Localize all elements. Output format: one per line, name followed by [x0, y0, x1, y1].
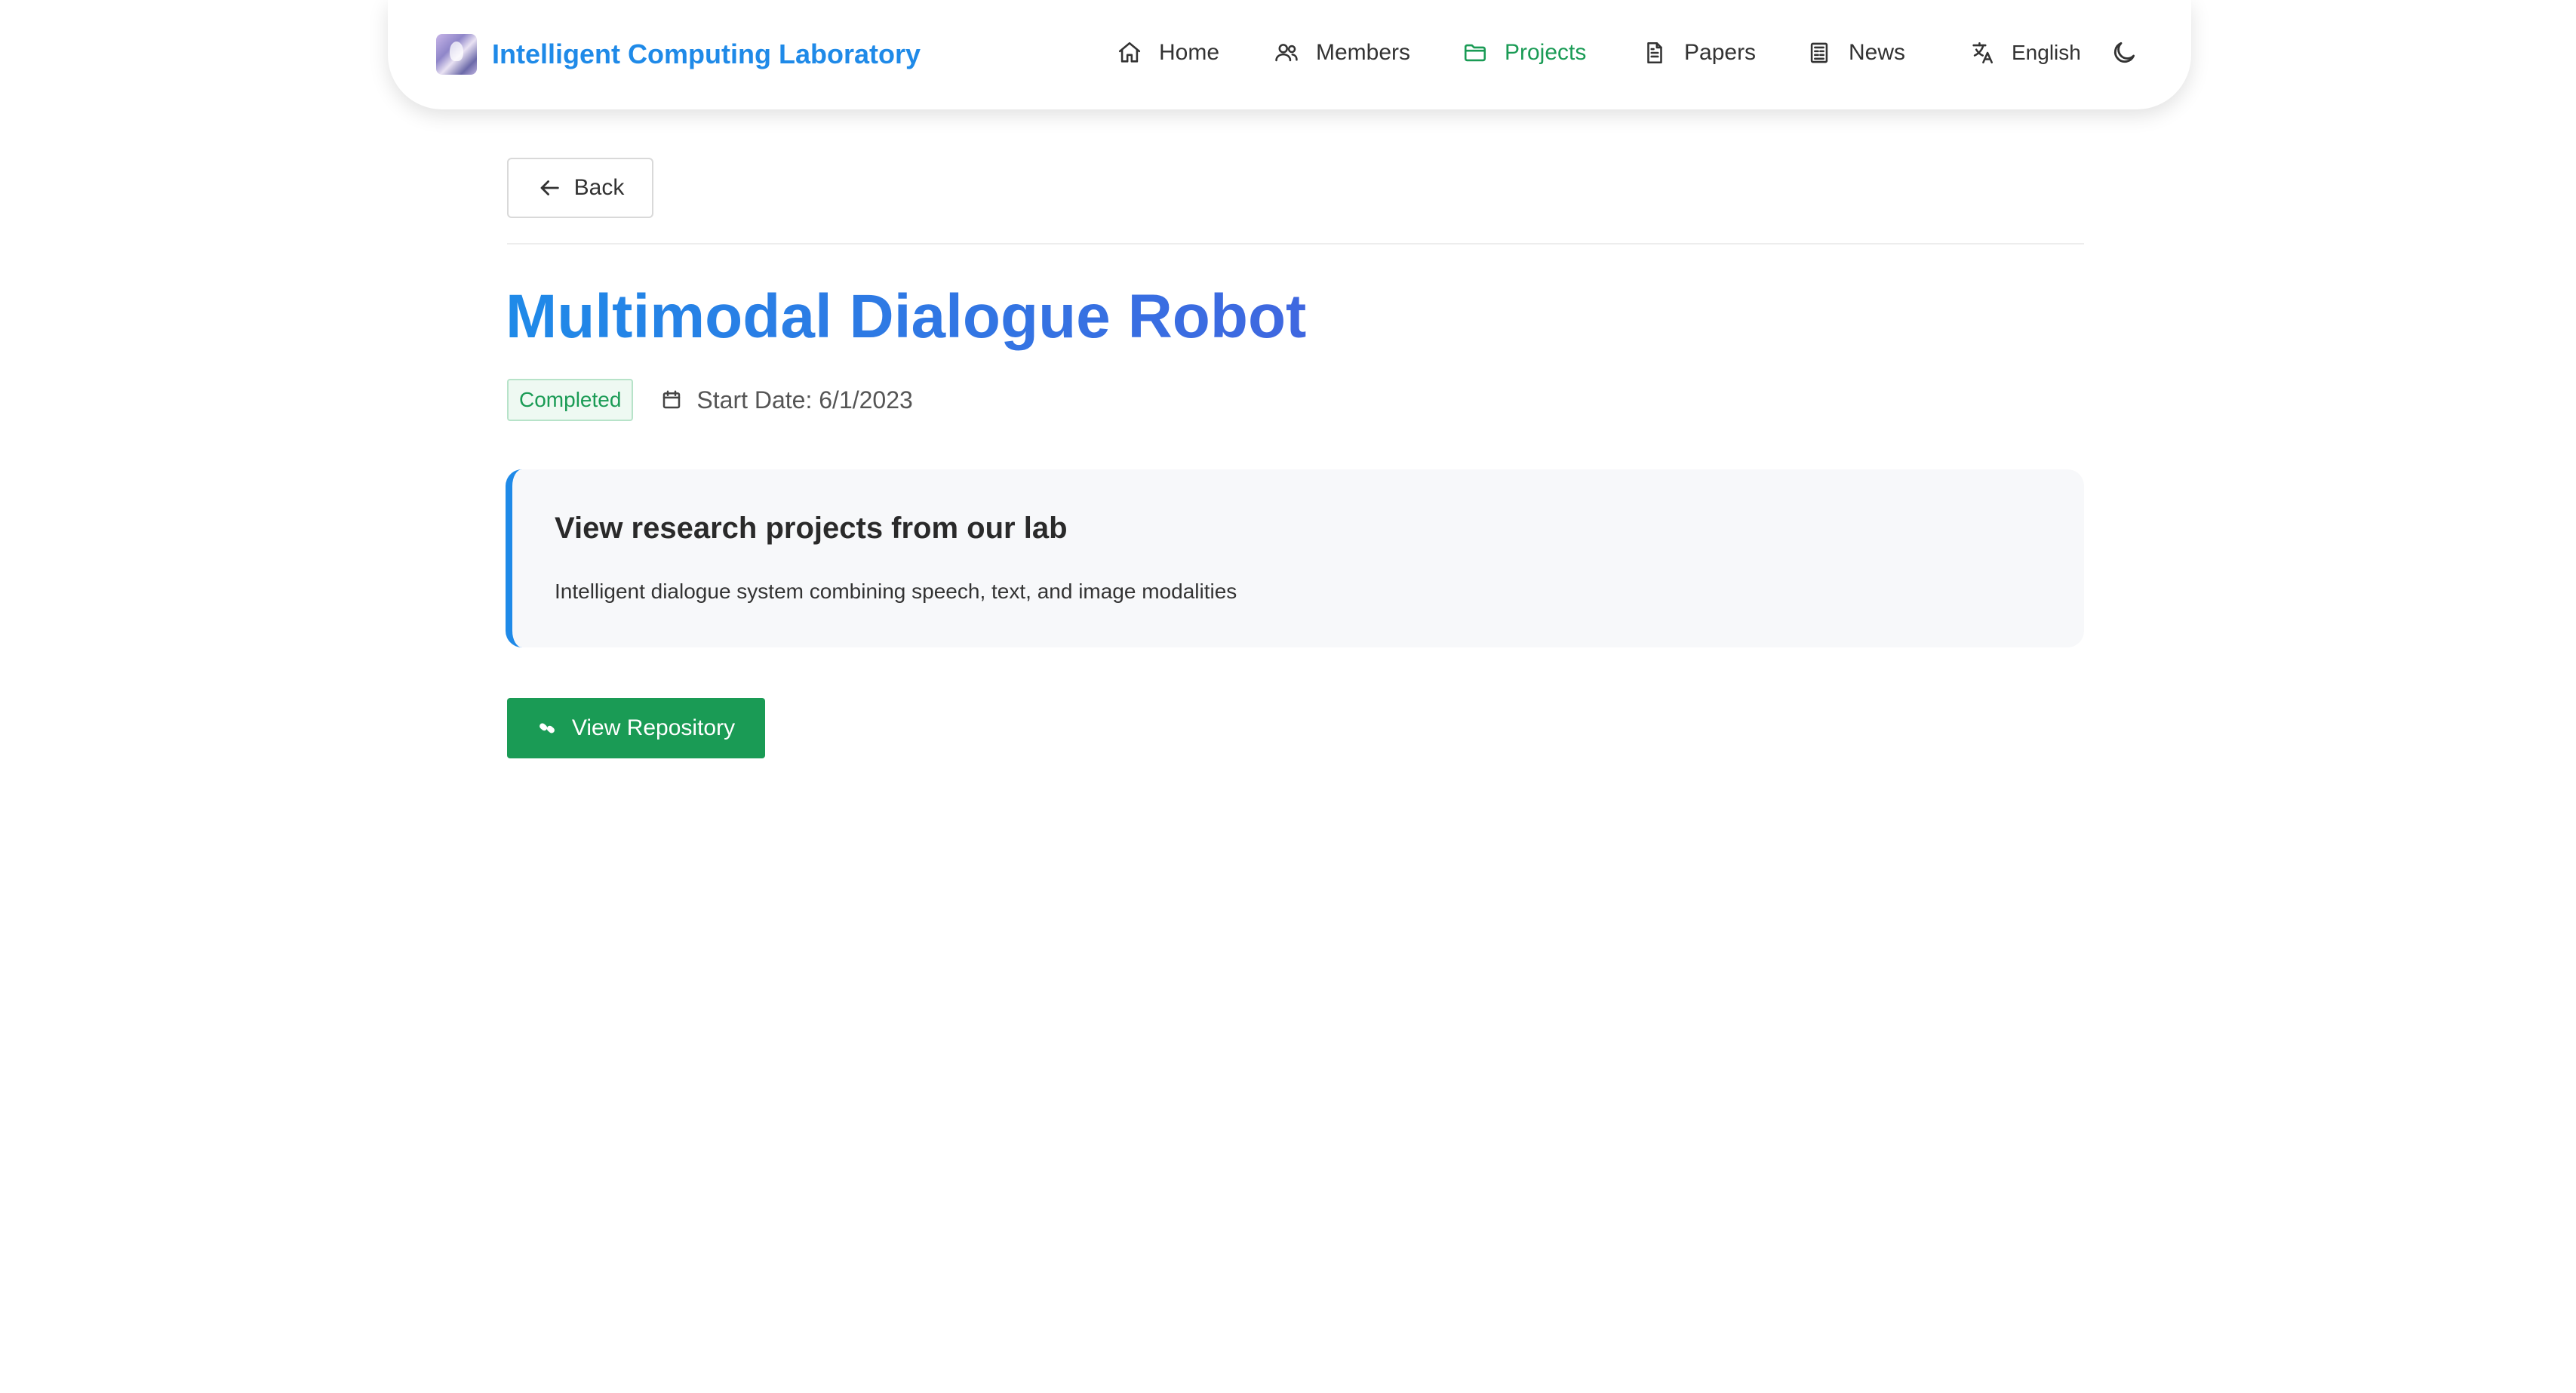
- card-description: Intelligent dialogue system combining sp…: [555, 580, 1237, 603]
- top-navbar: Intelligent Computing Laboratory Home Me…: [388, 0, 2191, 109]
- view-repository-button[interactable]: View Repository: [507, 698, 765, 758]
- calendar-icon: [663, 390, 681, 409]
- translate-icon: [1972, 42, 1993, 64]
- home-icon: [1118, 42, 1141, 63]
- view-repository-label: View Repository: [571, 715, 736, 740]
- nav-item-members[interactable]: Members: [1274, 33, 1410, 72]
- language-label: English: [2012, 41, 2081, 64]
- nav-item-home[interactable]: Home: [1117, 33, 1219, 72]
- nav-label-news: News: [1849, 40, 1906, 65]
- start-date-text: Start Date: 6/1/2023: [696, 386, 913, 414]
- nav-item-papers[interactable]: Papers: [1642, 33, 1756, 72]
- divider: [507, 243, 2084, 244]
- back-button[interactable]: Back: [507, 158, 653, 218]
- link-icon: [539, 723, 555, 733]
- theme-toggle-button[interactable]: [2110, 33, 2138, 72]
- document-icon: [1647, 42, 1662, 64]
- nav-label-papers: Papers: [1684, 40, 1757, 65]
- folder-icon: [1464, 44, 1486, 62]
- main-nav: Home Members Projects Papers News Englis…: [388, 33, 2191, 72]
- nav-item-projects[interactable]: Projects: [1462, 33, 1586, 72]
- arrow-left-icon: [540, 180, 559, 195]
- language-switcher[interactable]: English: [1969, 33, 2081, 72]
- card-heading: View research projects from our lab: [555, 512, 1068, 545]
- start-date: Start Date: 6/1/2023: [660, 386, 913, 414]
- nav-label-members: Members: [1316, 40, 1411, 65]
- users-icon: [1275, 44, 1298, 62]
- back-label: Back: [573, 175, 625, 200]
- status-badge: Completed: [507, 379, 634, 421]
- page-title: Multimodal Dialogue Robot: [506, 279, 1306, 355]
- nav-label-home: Home: [1159, 40, 1220, 65]
- nav-item-news[interactable]: News: [1806, 33, 1905, 72]
- project-description-card: View research projects from our lab Inte…: [506, 469, 2084, 647]
- newspaper-icon: [1810, 42, 1828, 63]
- project-meta: Completed Start Date: 6/1/2023: [507, 379, 913, 421]
- nav-label-projects: Projects: [1505, 40, 1587, 65]
- moon-icon: [2113, 42, 2135, 63]
